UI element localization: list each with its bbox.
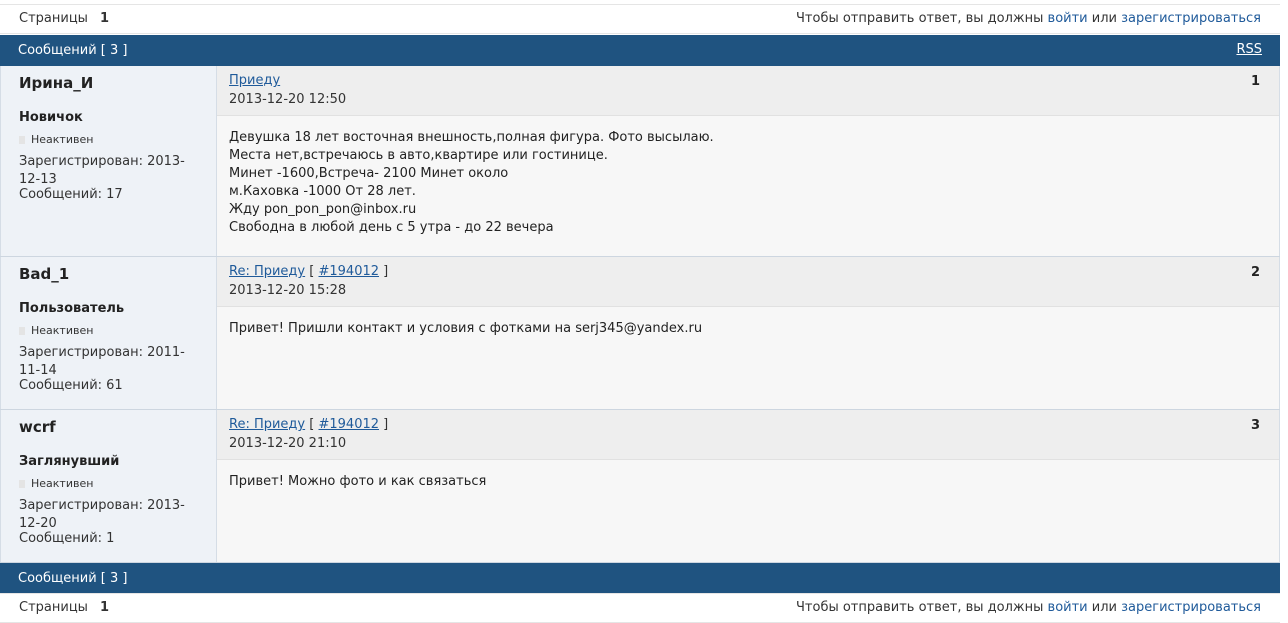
post-number[interactable]: 1 [1251, 74, 1260, 89]
ref-bracket-open: [ [309, 264, 315, 279]
post-subject-link[interactable]: Re: Приеду [229, 264, 305, 279]
author-name[interactable]: Bad_1 [19, 265, 69, 283]
author-messages: Сообщений: 1 [19, 531, 115, 546]
post-body-line: Места нет,встречаюсь в авто,квартире или… [229, 148, 608, 163]
post-body: Девушка 18 лет восточная внешность,полна… [229, 129, 714, 237]
post-header: Приеду 2013-12-20 12:50 1 [217, 66, 1279, 116]
author-name[interactable]: Ирина_И [19, 74, 93, 92]
bottom-pagination-bar: Страницы 1 Чтобы отправить ответ, вы долж… [0, 593, 1280, 623]
reply-notice: Чтобы отправить ответ, вы должны войти и… [796, 600, 1261, 615]
author-status-text: Неактивен [31, 477, 94, 490]
ref-bracket-close: ] [383, 417, 389, 432]
rss-link[interactable]: RSS [1236, 42, 1262, 57]
ref-bracket-close: ] [383, 264, 389, 279]
post-content: Re: Приеду [ #194012 ] 2013-12-20 21:10 … [217, 410, 1280, 562]
author-status: Неактивен [19, 477, 93, 490]
register-link[interactable]: зарегистрироваться [1121, 600, 1261, 615]
post-author-panel: wcrf Заглянувший Неактивен Зарегистриров… [0, 410, 217, 562]
author-messages: Сообщений: 61 [19, 378, 123, 393]
status-dot-icon [19, 480, 25, 488]
messages-count-footer: Сообщений [ 3 ] [18, 571, 128, 586]
post-body-line: м.Каховка -1000 От 28 лет. [229, 184, 416, 199]
post-header: Re: Приеду [ #194012 ] 2013-12-20 21:10 … [217, 410, 1279, 460]
reply-notice-text: Чтобы отправить ответ, вы должны [796, 600, 1044, 615]
login-link[interactable]: войти [1048, 600, 1088, 615]
post-ref-link[interactable]: #194012 [318, 417, 379, 432]
author-rank: Пользователь [19, 301, 125, 316]
author-registered: Зарегистрирован: 2013-12-20 [19, 498, 185, 531]
post-content: Re: Приеду [ #194012 ] 2013-12-20 15:28 … [217, 257, 1280, 409]
post-number[interactable]: 3 [1251, 418, 1260, 433]
post-body: Привет! Пришли контакт и условия с фотка… [229, 320, 702, 338]
post-header: Re: Приеду [ #194012 ] 2013-12-20 15:28 … [217, 257, 1279, 307]
pages-indicator: Страницы 1 [19, 11, 109, 26]
messages-count-header: Сообщений [ 3 ] [18, 43, 128, 58]
reply-notice: Чтобы отправить ответ, вы должны войти и… [796, 11, 1261, 26]
author-rank: Заглянувший [19, 454, 120, 469]
post-author-panel: Ирина_И Новичок Неактивен Зарегистрирова… [0, 66, 217, 256]
post-body-line: Жду pon_pon_pon@inbox.ru [229, 202, 417, 217]
pages-label: Страницы [19, 11, 88, 26]
or-text: или [1091, 600, 1117, 615]
post-body-line: Минет -1600,Встреча- 2100 Минет около [229, 166, 509, 181]
post-subject-link[interactable]: Приеду [229, 73, 280, 88]
post-date: 2013-12-20 21:10 [229, 436, 347, 451]
page-number[interactable]: 1 [100, 600, 109, 615]
topic-footer-bar: Сообщений [ 3 ] [0, 563, 1280, 593]
register-link[interactable]: зарегистрироваться [1121, 11, 1261, 26]
author-registered: Зарегистрирован: 2011-11-14 [19, 345, 185, 378]
ref-bracket-open: [ [309, 417, 315, 432]
pages-label: Страницы [19, 600, 88, 615]
post-body-line: Свободна в любой день с 5 утра - до 22 в… [229, 220, 554, 235]
login-link[interactable]: войти [1048, 11, 1088, 26]
post-author-panel: Bad_1 Пользователь Неактивен Зарегистрир… [0, 257, 217, 409]
post-body: Привет! Можно фото и как связаться [229, 473, 486, 491]
post-date: 2013-12-20 12:50 [229, 92, 347, 107]
topic-header-bar: Сообщений [ 3 ] RSS [0, 35, 1280, 66]
or-text: или [1091, 11, 1117, 26]
author-messages: Сообщений: 17 [19, 187, 123, 202]
post-date: 2013-12-20 15:28 [229, 283, 347, 298]
post-subject-line: Re: Приеду [ #194012 ] [229, 417, 388, 432]
post-2: Bad_1 Пользователь Неактивен Зарегистрир… [0, 257, 1280, 410]
pages-indicator: Страницы 1 [19, 600, 109, 615]
post-content: Приеду 2013-12-20 12:50 1 Девушка 18 лет… [217, 66, 1280, 256]
post-body-line: Привет! Можно фото и как связаться [229, 474, 487, 489]
post-subject-line: Приеду [229, 73, 280, 88]
status-dot-icon [19, 327, 25, 335]
author-status-text: Неактивен [31, 324, 94, 337]
author-rank: Новичок [19, 110, 83, 125]
author-name[interactable]: wcrf [19, 418, 56, 436]
post-body-line: Привет! Пришли контакт и условия с фотка… [229, 321, 703, 336]
post-ref-link[interactable]: #194012 [318, 264, 379, 279]
post-subject-line: Re: Приеду [ #194012 ] [229, 264, 388, 279]
post-body-line: Девушка 18 лет восточная внешность,полна… [229, 130, 714, 145]
page-number[interactable]: 1 [100, 11, 109, 26]
author-status-text: Неактивен [31, 133, 94, 146]
post-subject-link[interactable]: Re: Приеду [229, 417, 305, 432]
reply-notice-text: Чтобы отправить ответ, вы должны [796, 11, 1044, 26]
status-dot-icon [19, 136, 25, 144]
author-status: Неактивен [19, 133, 93, 146]
author-status: Неактивен [19, 324, 93, 337]
post-1: Ирина_И Новичок Неактивен Зарегистрирова… [0, 66, 1280, 257]
author-registered: Зарегистрирован: 2013-12-13 [19, 154, 185, 187]
post-3: wcrf Заглянувший Неактивен Зарегистриров… [0, 410, 1280, 563]
post-number[interactable]: 2 [1251, 265, 1260, 280]
top-pagination-bar: Страницы 1 Чтобы отправить ответ, вы долж… [0, 4, 1280, 34]
